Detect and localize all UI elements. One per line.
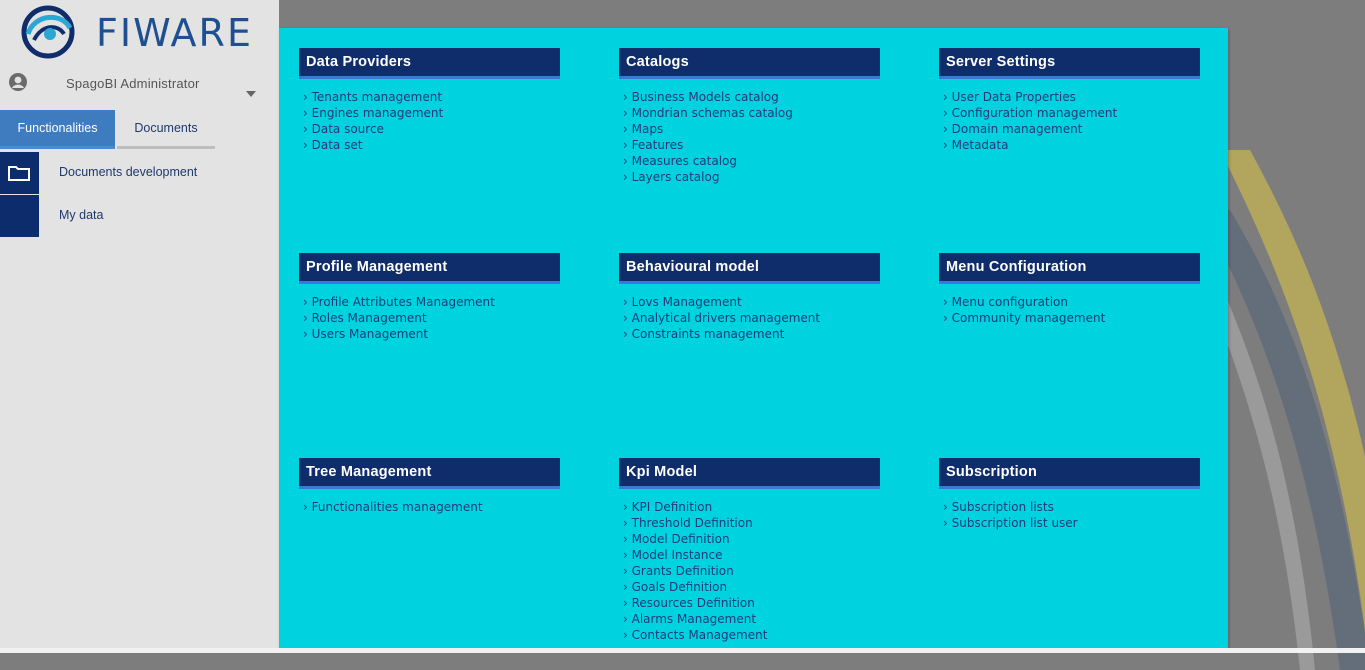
section-links: KPI DefinitionThreshold DefinitionModel … (619, 489, 880, 643)
sidebar: FIWARE SpagoBI Administrator Functionali… (0, 0, 279, 653)
menu-link[interactable]: Subscription lists (943, 499, 1200, 515)
section-links: Business Models catalogMondrian schemas … (619, 79, 880, 185)
section-tree-management: Tree Management Functionalities manageme… (299, 458, 560, 515)
section-title: Behavioural model (619, 253, 880, 284)
section-title: Profile Management (299, 253, 560, 284)
menu-link[interactable]: Model Definition (623, 531, 880, 547)
menu-link[interactable]: Analytical drivers management (623, 310, 880, 326)
menu-link[interactable]: Tenants management (303, 89, 560, 105)
section-title: Subscription (939, 458, 1200, 489)
menu-link[interactable]: Subscription list user (943, 515, 1200, 531)
tab-documents[interactable]: Documents (117, 110, 215, 149)
menu-link[interactable]: Contacts Management (623, 627, 880, 643)
menu-link[interactable]: Data set (303, 137, 560, 153)
section-menu-configuration: Menu Configuration Menu configurationCom… (939, 253, 1200, 326)
chevron-down-icon[interactable] (246, 82, 256, 97)
section-title: Data Providers (299, 48, 560, 79)
menu-link[interactable]: Alarms Management (623, 611, 880, 627)
menu-link[interactable]: Mondrian schemas catalog (623, 105, 880, 121)
section-links: Profile Attributes ManagementRoles Manag… (299, 284, 560, 342)
section-profile-management: Profile Management Profile Attributes Ma… (299, 253, 560, 342)
menu-link[interactable]: Configuration management (943, 105, 1200, 121)
data-icon (0, 195, 39, 237)
menu-link[interactable]: Functionalities management (303, 499, 560, 515)
admin-menu-panel: Data Providers Tenants managementEngines… (279, 28, 1228, 648)
menu-link[interactable]: Grants Definition (623, 563, 880, 579)
menu-link[interactable]: Community management (943, 310, 1200, 326)
section-links: Tenants managementEngines managementData… (299, 79, 560, 153)
menu-link[interactable]: Business Models catalog (623, 89, 880, 105)
section-kpi-model: Kpi Model KPI DefinitionThreshold Defini… (619, 458, 880, 643)
section-links: Lovs ManagementAnalytical drivers manage… (619, 284, 880, 342)
section-server-settings: Server Settings User Data PropertiesConf… (939, 48, 1200, 153)
menu-link[interactable]: Users Management (303, 326, 560, 342)
menu-link[interactable]: Constraints management (623, 326, 880, 342)
section-title: Server Settings (939, 48, 1200, 79)
sidebar-item-label: Documents development (59, 165, 198, 179)
menu-link[interactable]: Profile Attributes Management (303, 294, 560, 310)
menu-link[interactable]: Measures catalog (623, 153, 880, 169)
menu-link[interactable]: User Data Properties (943, 89, 1200, 105)
section-links: Subscription listsSubscription list user (939, 489, 1200, 531)
section-links: Menu configurationCommunity management (939, 284, 1200, 326)
section-title: Catalogs (619, 48, 880, 79)
menu-link[interactable]: Resources Definition (623, 595, 880, 611)
menu-link[interactable]: Maps (623, 121, 880, 137)
menu-link[interactable]: Model Instance (623, 547, 880, 563)
section-title: Kpi Model (619, 458, 880, 489)
menu-link[interactable]: Features (623, 137, 880, 153)
menu-link[interactable]: Goals Definition (623, 579, 880, 595)
tab-functionalities[interactable]: Functionalities (0, 110, 115, 149)
section-behavioural-model: Behavioural model Lovs ManagementAnalyti… (619, 253, 880, 342)
user-menu[interactable]: SpagoBI Administrator (0, 68, 279, 100)
section-catalogs: Catalogs Business Models catalogMondrian… (619, 48, 880, 185)
menu-link[interactable]: Data source (303, 121, 560, 137)
section-title: Tree Management (299, 458, 560, 489)
menu-link[interactable]: Lovs Management (623, 294, 880, 310)
section-links: Functionalities management (299, 489, 560, 515)
menu-link[interactable]: Domain management (943, 121, 1200, 137)
sidebar-item-label: My data (59, 208, 104, 222)
section-links: User Data PropertiesConfiguration manage… (939, 79, 1200, 153)
fiware-logo[interactable]: FIWARE (14, 4, 264, 60)
section-title: Menu Configuration (939, 253, 1200, 284)
sidebar-item-my-data[interactable]: My data (0, 195, 279, 237)
menu-link[interactable]: Roles Management (303, 310, 560, 326)
folder-icon (8, 166, 30, 181)
user-name: SpagoBI Administrator (66, 76, 200, 91)
menu-link[interactable]: Threshold Definition (623, 515, 880, 531)
menu-link[interactable]: Metadata (943, 137, 1200, 153)
svg-text:FIWARE: FIWARE (96, 11, 253, 55)
section-data-providers: Data Providers Tenants managementEngines… (299, 48, 560, 153)
menu-link[interactable]: Menu configuration (943, 294, 1200, 310)
section-subscription: Subscription Subscription listsSubscript… (939, 458, 1200, 531)
user-avatar-icon (8, 72, 28, 92)
sidebar-item-documents-development[interactable]: Documents development (0, 152, 279, 194)
menu-link[interactable]: KPI Definition (623, 499, 880, 515)
menu-link[interactable]: Engines management (303, 105, 560, 121)
menu-link[interactable]: Layers catalog (623, 169, 880, 185)
bottom-strip (0, 648, 1365, 653)
